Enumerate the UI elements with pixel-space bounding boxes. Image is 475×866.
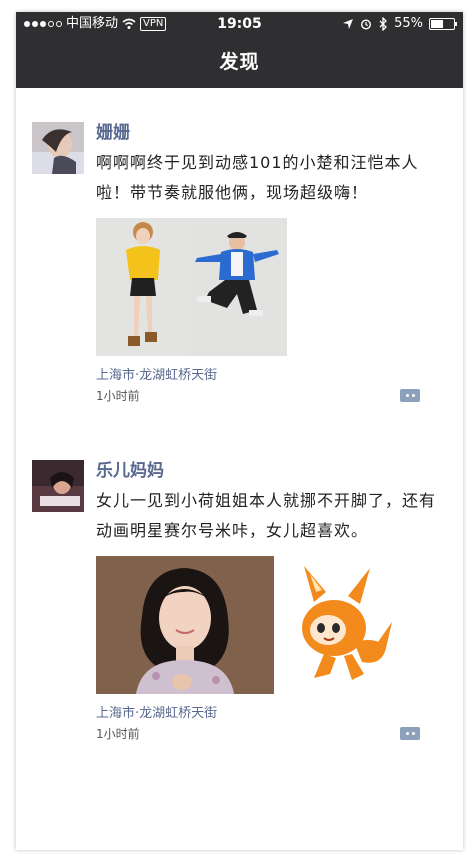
phone-screen: 中国移动 VPN 19:05 55% 发现 姗姗 啊啊啊终于见到动感101的小楚… — [16, 12, 463, 850]
post-location[interactable]: 上海市·龙湖虹桥天街 — [96, 364, 436, 383]
post-text: 女儿一见到小荷姐姐本人就挪不开脚了，还有动画明星赛尔号米咔，女儿超喜欢。 — [96, 491, 437, 540]
nav-title: 发现 — [16, 36, 463, 88]
comment-icon[interactable] — [400, 389, 420, 402]
battery-fill — [431, 20, 444, 28]
photo-row — [96, 556, 436, 694]
post-author[interactable]: 姗姗 — [96, 122, 436, 144]
post-body: 姗姗 啊啊啊终于见到动感101的小楚和汪恺本人啦！带节奏就服他俩，现场超级嗨！ — [96, 122, 436, 404]
post-meta: 1小时前 — [96, 725, 436, 742]
status-right: 55% — [342, 12, 457, 36]
status-bar: 中国移动 VPN 19:05 55% — [16, 12, 463, 36]
post-author[interactable]: 乐儿妈妈 — [96, 460, 436, 482]
post-location[interactable]: 上海市·龙湖虹桥天街 — [96, 702, 436, 721]
post-photo[interactable] — [187, 218, 287, 356]
post-body: 乐儿妈妈 女儿一见到小荷姐姐本人就挪不开脚了，还有动画明星赛尔号米咔，女儿超喜欢… — [96, 460, 436, 742]
post-photo[interactable] — [96, 218, 187, 356]
avatar[interactable] — [32, 122, 84, 174]
comment-icon[interactable] — [400, 727, 420, 740]
post-meta: 1小时前 — [96, 387, 436, 404]
post-time: 1小时前 — [96, 727, 140, 741]
photo-row — [96, 218, 436, 356]
post-time: 1小时前 — [96, 389, 140, 403]
post-text: 啊啊啊终于见到动感101的小楚和汪恺本人啦！带节奏就服他俩，现场超级嗨！ — [96, 153, 419, 202]
battery-icon — [429, 18, 457, 30]
bluetooth-icon — [379, 17, 388, 31]
post-item: 姗姗 啊啊啊终于见到动感101的小楚和汪恺本人啦！带节奏就服他俩，现场超级嗨！ — [16, 88, 463, 448]
post-photo[interactable] — [96, 556, 274, 694]
avatar[interactable] — [32, 460, 84, 512]
battery-percent: 55% — [394, 16, 423, 31]
post-photo[interactable] — [274, 556, 408, 694]
alarm-icon — [361, 19, 372, 30]
post-item: 乐儿妈妈 女儿一见到小荷姐姐本人就挪不开脚了，还有动画明星赛尔号米咔，女儿超喜欢… — [16, 448, 463, 828]
moments-feed: 姗姗 啊啊啊终于见到动感101的小楚和汪恺本人啦！带节奏就服他俩，现场超级嗨！ — [16, 88, 463, 828]
location-arrow-icon — [343, 19, 354, 29]
